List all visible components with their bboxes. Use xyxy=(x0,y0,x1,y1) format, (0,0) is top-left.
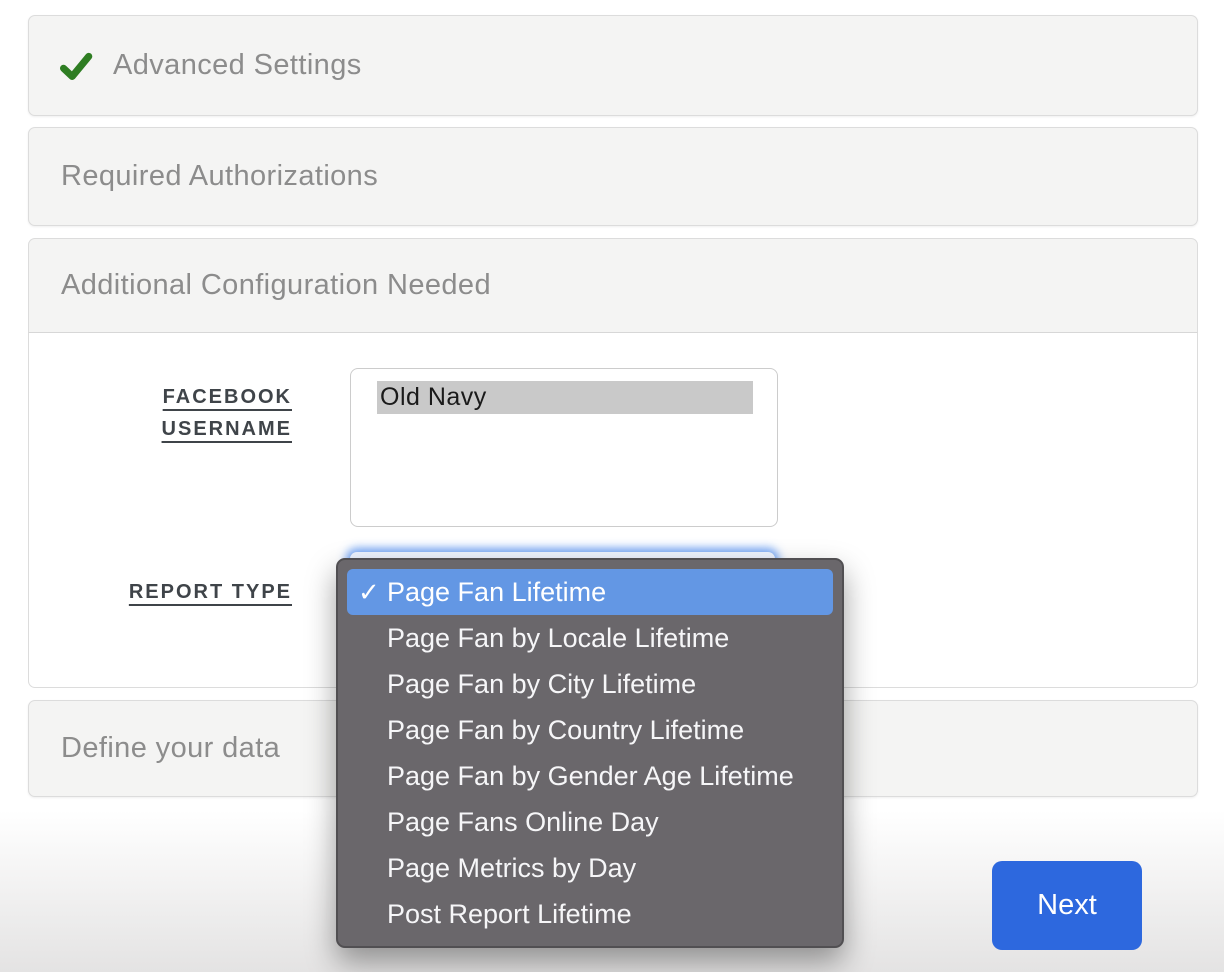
dropdown-option[interactable]: Page Fans Online Day xyxy=(347,799,833,845)
next-button[interactable]: Next xyxy=(992,861,1142,950)
completed-check-icon xyxy=(59,49,93,83)
report-type-dropdown-menu: ✓ Page Fan Lifetime Page Fan by Locale L… xyxy=(336,558,844,948)
accordion-section-advanced-settings[interactable]: Advanced Settings xyxy=(28,15,1198,116)
wizard-screen: Advanced Settings Required Authorization… xyxy=(0,0,1224,972)
facebook-username-textarea[interactable]: Old Navy xyxy=(350,368,778,527)
selected-check-icon: ✓ xyxy=(358,569,380,615)
section-title-additional-configuration: Additional Configuration Needed xyxy=(61,269,491,302)
dropdown-option[interactable]: Page Fan by Locale Lifetime xyxy=(347,615,833,661)
dropdown-option[interactable]: Page Fan by Country Lifetime xyxy=(347,707,833,753)
selected-text: Old Navy xyxy=(377,381,753,414)
accordion-section-additional-configuration[interactable]: Additional Configuration Needed xyxy=(28,238,1198,333)
dropdown-option[interactable]: Page Fan by City Lifetime xyxy=(347,661,833,707)
dropdown-option[interactable]: Page Fan by Gender Age Lifetime xyxy=(347,753,833,799)
dropdown-option[interactable]: Page Metrics by Day xyxy=(347,845,833,891)
dropdown-option-selected[interactable]: ✓ Page Fan Lifetime xyxy=(347,569,833,615)
facebook-username-label: FACEBOOK USERNAME xyxy=(80,381,292,445)
dropdown-option[interactable]: Post Report Lifetime xyxy=(347,891,833,937)
report-type-label: REPORT TYPE xyxy=(80,576,292,608)
section-title-define-your-data: Define your data xyxy=(61,732,280,765)
accordion-section-required-authorizations[interactable]: Required Authorizations xyxy=(28,127,1198,226)
section-title-required-authorizations: Required Authorizations xyxy=(61,160,378,193)
section-title-advanced-settings: Advanced Settings xyxy=(113,49,362,82)
